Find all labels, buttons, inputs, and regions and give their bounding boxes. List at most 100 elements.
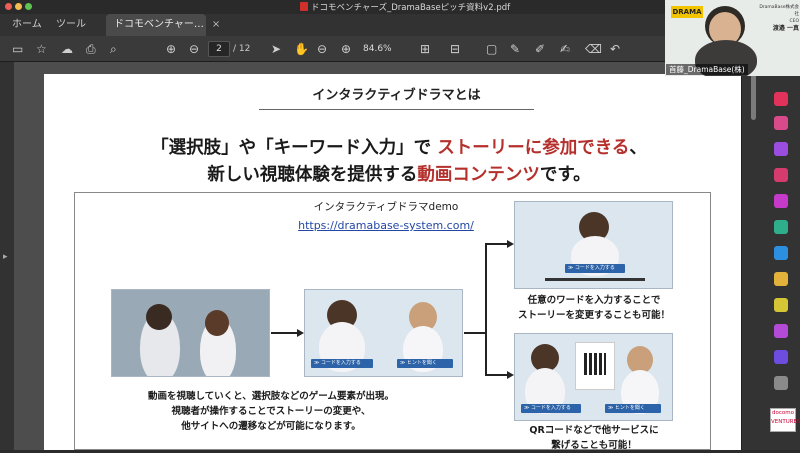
undo-icon[interactable]: ↶ bbox=[610, 41, 620, 57]
pdf-file-icon bbox=[300, 2, 308, 11]
caption-line: 繋げることも可能！ bbox=[551, 440, 637, 451]
actress-head bbox=[205, 310, 229, 336]
document-viewer[interactable]: インタラクティブドラマとは 「選択肢」や「キーワード入力」で ストーリーに参加で… bbox=[14, 62, 754, 451]
organize-pages-icon[interactable] bbox=[774, 194, 788, 208]
comment-panel-icon[interactable] bbox=[774, 298, 788, 312]
protect-icon[interactable] bbox=[774, 246, 788, 260]
tab-document[interactable]: ドコモベンチャー… × bbox=[106, 14, 220, 36]
code-input-button: ≫ コードを入力する bbox=[311, 359, 373, 368]
upload-cloud-icon[interactable]: ☁ bbox=[61, 41, 73, 57]
headline1-part-a: 「選択肢」や「キーワード入力」で bbox=[151, 138, 438, 158]
caption-line: QRコードなどで他サービスに bbox=[529, 425, 659, 436]
qr-code-icon bbox=[584, 353, 606, 375]
demo-frame: インタラクティブドラマdemo https://dramabase-system… bbox=[74, 192, 711, 453]
choice-screen-thumbnail: ≫ コードを入力する ≫ ヒントを聞く bbox=[304, 289, 463, 377]
minimize-window-icon[interactable] bbox=[15, 3, 22, 10]
edit-pdf-icon[interactable] bbox=[774, 142, 788, 156]
tab-document-label: ドコモベンチャー… bbox=[114, 19, 204, 30]
arrow-right-icon bbox=[507, 371, 514, 379]
arrow-line bbox=[485, 243, 507, 245]
code-input-button: ≫ コードを入力する bbox=[521, 404, 581, 413]
badge-company: DramaBase株式会社 bbox=[759, 5, 799, 17]
actor-head bbox=[146, 304, 172, 330]
tab-close-icon[interactable]: × bbox=[212, 19, 220, 30]
left-panel-strip[interactable]: ▸ bbox=[0, 62, 14, 450]
print-icon[interactable]: ⎙ bbox=[86, 41, 96, 57]
docomo-ventures-logo: docomo VENTURES bbox=[770, 408, 800, 432]
scroll-mode-icon[interactable]: ⊟ bbox=[450, 41, 460, 57]
export-pdf-icon[interactable] bbox=[774, 92, 788, 106]
draw-icon[interactable]: ✐ bbox=[535, 41, 545, 57]
edit-text-icon[interactable]: ✍ bbox=[560, 41, 570, 57]
zoom-search-icon[interactable]: ⌕ bbox=[110, 41, 117, 57]
save-icon[interactable]: ▭ bbox=[12, 41, 23, 57]
badge-role: CEO bbox=[789, 19, 799, 24]
demo-title: インタラクティブドラマdemo bbox=[313, 201, 459, 213]
participant-name: 首藤_DramaBase(株) bbox=[666, 64, 748, 75]
hint-button: ≫ ヒントを聞く bbox=[397, 359, 453, 368]
caption-line: ストーリーを変更することも可能！ bbox=[517, 310, 670, 321]
tab-home[interactable]: ホーム bbox=[12, 14, 42, 36]
expand-panel-icon[interactable]: ▸ bbox=[3, 252, 8, 262]
word-input-caption: 任意のワードを入力することで ストーリーを変更することも可能！ bbox=[499, 293, 689, 323]
page-number-input[interactable]: 2 bbox=[208, 41, 230, 57]
input-bar bbox=[545, 278, 645, 281]
name-badge: DramaBase株式会社 CEO 渡邉 一真 bbox=[759, 4, 799, 32]
zoom-level[interactable]: 84.6% bbox=[363, 41, 392, 57]
hand-tool-icon[interactable]: ✋ bbox=[294, 41, 309, 57]
zoom-in-icon[interactable]: ⊕ bbox=[341, 41, 351, 57]
caption-line: 他サイトへの遷移などが可能になります。 bbox=[181, 421, 361, 432]
qr-code-thumbnail: ≫ コードを入力する ≫ ヒントを聞く bbox=[514, 333, 673, 421]
window-title-text: ドコモベンチャーズ_DramaBaseピッチ資料v2.pdf bbox=[311, 3, 511, 13]
video-still-image bbox=[111, 289, 270, 377]
window-title: ドコモベンチャーズ_DramaBaseピッチ資料v2.pdf bbox=[300, 1, 520, 13]
highlight-pen-icon[interactable]: ✎ bbox=[510, 41, 520, 57]
more-tools-icon[interactable] bbox=[774, 376, 788, 390]
arrow-line bbox=[485, 374, 507, 376]
zoom-window-icon[interactable] bbox=[25, 3, 32, 10]
bookmark-star-icon[interactable]: ☆ bbox=[36, 41, 47, 57]
headline2-part-a: 新しい視聴体験を提供する bbox=[207, 165, 418, 185]
redact-icon[interactable] bbox=[774, 324, 788, 338]
slide-header: インタラクティブドラマとは bbox=[259, 86, 534, 110]
headline-line-2: 新しい視聴体験を提供する動画コンテンツです。 bbox=[44, 161, 754, 186]
right-tools-panel bbox=[741, 62, 800, 450]
tab-bar: ホーム ツール ドコモベンチャー… × bbox=[0, 14, 665, 36]
select-cursor-icon[interactable]: ➤ bbox=[271, 41, 281, 57]
create-pdf-icon[interactable] bbox=[774, 116, 788, 130]
qr-code-card bbox=[575, 342, 615, 390]
code-input-button: ≫ コードを入力する bbox=[565, 264, 625, 273]
demo-link[interactable]: https://dramabase-system.com/ bbox=[281, 219, 491, 232]
pdf-page: インタラクティブドラマとは 「選択肢」や「キーワード入力」で ストーリーに参加で… bbox=[44, 74, 754, 453]
vertical-scrollbar[interactable] bbox=[751, 72, 756, 120]
combine-files-icon[interactable] bbox=[774, 168, 788, 182]
caption-line: 動画を視聴していくと、選択肢などのゲーム要素が出現。 bbox=[147, 391, 395, 402]
arrow-line bbox=[464, 332, 486, 334]
fill-sign-icon[interactable] bbox=[774, 272, 788, 286]
caption-line: 任意のワードを入力することで bbox=[527, 295, 661, 306]
comment-icon[interactable]: ▢ bbox=[486, 41, 497, 57]
fit-page-icon[interactable]: ⊞ bbox=[420, 41, 430, 57]
headline1-part-b: ストーリーに参加できる bbox=[437, 138, 630, 158]
caption-line: 視聴者が操作することでストーリーの変更や、 bbox=[171, 406, 371, 417]
scan-ocr-icon[interactable] bbox=[774, 220, 788, 234]
close-window-icon[interactable] bbox=[5, 3, 12, 10]
headline-line-1: 「選択肢」や「キーワード入力」で ストーリーに参加できる、 bbox=[44, 134, 754, 159]
arrow-right-icon bbox=[507, 240, 514, 248]
page-up-icon[interactable]: ⊕ bbox=[166, 41, 176, 57]
delete-icon[interactable]: ⌫ bbox=[585, 41, 602, 57]
word-input-thumbnail: ≫ コードを入力する bbox=[514, 201, 673, 289]
page-total: / 12 bbox=[233, 44, 251, 54]
arrow-right-icon bbox=[297, 329, 304, 337]
headline1-part-c: 、 bbox=[629, 138, 647, 158]
arrow-line bbox=[271, 332, 297, 334]
badge-name: 渡邉 一真 bbox=[772, 25, 799, 32]
tab-tools[interactable]: ツール bbox=[56, 14, 86, 36]
zoom-out-icon[interactable]: ⊖ bbox=[317, 41, 327, 57]
page-down-icon[interactable]: ⊖ bbox=[189, 41, 199, 57]
headline2-part-b: 動画コンテンツ bbox=[417, 165, 540, 185]
arrow-branch-line bbox=[485, 243, 487, 375]
prepare-form-icon[interactable] bbox=[774, 350, 788, 364]
qr-code-caption: QRコードなどで他サービスに 繋げることも可能！ bbox=[499, 423, 689, 453]
headline2-part-c: です。 bbox=[539, 165, 591, 185]
